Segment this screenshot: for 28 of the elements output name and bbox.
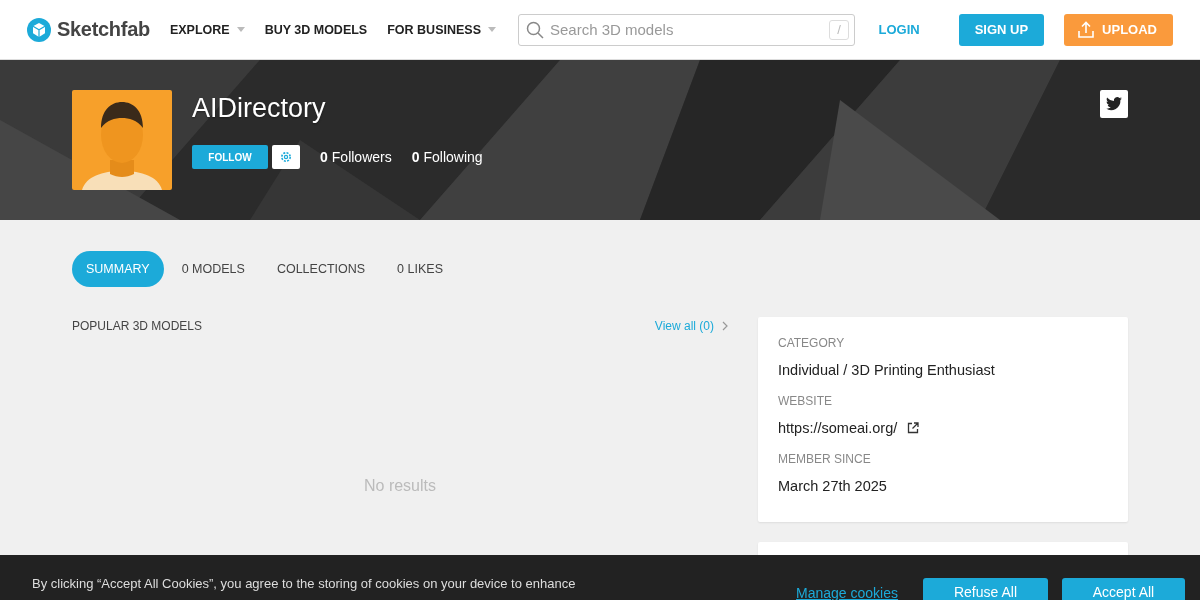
cookie-notice: By clicking “Accept All Cookies”, you agree to the storing of cookies on your device to enhance bbox=[32, 576, 576, 592]
following-count[interactable]: 0 Following bbox=[411, 149, 483, 165]
section-title: POPULAR 3D MODELS bbox=[72, 319, 203, 333]
external-link-icon[interactable] bbox=[907, 422, 920, 434]
profile-name: AIDirectory bbox=[192, 92, 327, 125]
upload-icon bbox=[1078, 21, 1095, 38]
nav-link[interactable]: BUY 3D MODELS bbox=[264, 22, 368, 37]
shortcut-key: / bbox=[829, 19, 849, 40]
nav-link[interactable]: EXPLORE bbox=[169, 22, 245, 37]
profile-tab[interactable]: 0 MODELS bbox=[167, 251, 259, 287]
settings-button[interactable] bbox=[272, 145, 300, 169]
field-value: Individual / 3D Printing Enthusiast bbox=[778, 361, 995, 380]
logo-text[interactable]: Sketchfab bbox=[57, 18, 150, 41]
profile-tab[interactable]: 0 LIKES bbox=[383, 251, 457, 287]
manage-cookies-link[interactable]: Manage cookies bbox=[796, 578, 898, 600]
field-label: WEBSITE bbox=[778, 393, 833, 409]
nav-link[interactable]: FOR BUSINESS bbox=[387, 22, 496, 37]
field-label: CATEGORY bbox=[778, 335, 846, 351]
field-value: March 27th 2025 bbox=[778, 477, 887, 496]
followers-count[interactable]: 0 Followers bbox=[320, 149, 392, 165]
search-icon bbox=[526, 20, 544, 39]
field-label: MEMBER SINCE bbox=[778, 451, 872, 467]
chevron-icon bbox=[722, 321, 728, 331]
logo-icon[interactable] bbox=[27, 17, 51, 42]
twitter-icon[interactable] bbox=[1100, 90, 1128, 118]
website-link[interactable]: https://someai.org/ bbox=[778, 418, 898, 438]
settings-icon bbox=[280, 151, 292, 163]
profile-tab[interactable]: COLLECTIONS bbox=[262, 251, 380, 287]
